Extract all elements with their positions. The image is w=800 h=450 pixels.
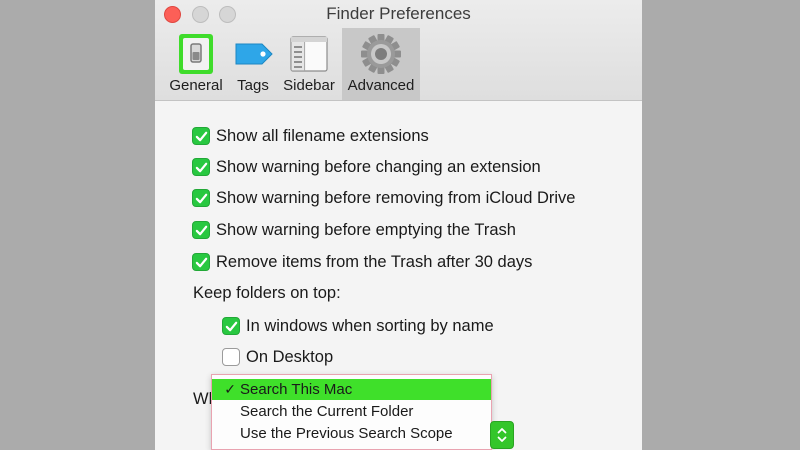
menu-item-label: Search This Mac	[240, 381, 353, 398]
option-folders-windows[interactable]: In windows when sorting by name	[222, 314, 494, 338]
menu-item-label: Search the Current Folder	[240, 403, 414, 420]
checkbox-checked-icon[interactable]	[192, 189, 210, 207]
window-title: Finder Preferences	[326, 4, 471, 23]
option-show-extensions[interactable]: Show all filename extensions	[192, 124, 429, 148]
option-remove-trash-30-days[interactable]: Remove items from the Trash after 30 day…	[192, 250, 532, 274]
option-folders-desktop[interactable]: On Desktop	[222, 345, 333, 369]
tag-icon	[235, 43, 273, 65]
tab-advanced-label: Advanced	[347, 77, 415, 94]
menu-item-search-this-mac[interactable]: ✓ Search This Mac	[212, 379, 491, 400]
checkbox-checked-icon[interactable]	[192, 253, 210, 271]
menu-item-search-current-folder[interactable]: Search the Current Folder	[212, 401, 491, 422]
checkbox-checked-icon[interactable]	[192, 127, 210, 145]
general-switch-icon	[179, 34, 213, 74]
menu-item-previous-search-scope[interactable]: Use the Previous Search Scope	[212, 423, 491, 444]
option-label: On Desktop	[246, 347, 334, 366]
titlebar: Finder Preferences General Tags Sidebar …	[155, 0, 642, 101]
tab-sidebar-label: Sidebar	[283, 77, 335, 94]
option-label: Remove items from the Trash after 30 day…	[216, 252, 533, 271]
menu-item-label: Use the Previous Search Scope	[240, 425, 453, 442]
sidebar-icon	[290, 36, 328, 72]
option-warn-empty-trash[interactable]: Show warning before emptying the Trash	[192, 218, 516, 242]
option-label: Show warning before changing an extensio…	[216, 157, 541, 176]
checkbox-checked-icon[interactable]	[222, 317, 240, 335]
tab-tags[interactable]: Tags	[229, 28, 277, 100]
option-label: Show warning before emptying the Trash	[216, 220, 516, 239]
checkmark-icon: ✓	[224, 381, 236, 397]
popup-stepper-button[interactable]	[490, 421, 514, 449]
tab-general-label: General	[169, 77, 223, 94]
option-warn-icloud-remove[interactable]: Show warning before removing from iCloud…	[192, 186, 576, 210]
tab-sidebar[interactable]: Sidebar	[279, 28, 339, 100]
option-label: Show all filename extensions	[216, 126, 429, 145]
option-label: In windows when sorting by name	[246, 316, 494, 335]
tab-general[interactable]: General	[165, 28, 227, 100]
tab-tags-label: Tags	[237, 77, 269, 94]
checkbox-checked-icon[interactable]	[192, 221, 210, 239]
checkbox-checked-icon[interactable]	[192, 158, 210, 176]
search-scope-menu[interactable]: ✓ Search This Mac Search the Current Fol…	[211, 374, 492, 450]
tab-advanced[interactable]: Advanced	[342, 28, 420, 100]
finder-preferences-window: Finder Preferences General Tags Sidebar …	[155, 0, 642, 450]
option-label: Show warning before removing from iCloud…	[216, 188, 576, 207]
keep-folders-label: Keep folders on top:	[193, 284, 341, 302]
chevron-up-down-icon	[497, 428, 507, 442]
option-warn-change-extension[interactable]: Show warning before changing an extensio…	[192, 155, 541, 179]
gear-icon	[361, 34, 401, 74]
checkbox-unchecked-icon[interactable]	[222, 348, 240, 366]
